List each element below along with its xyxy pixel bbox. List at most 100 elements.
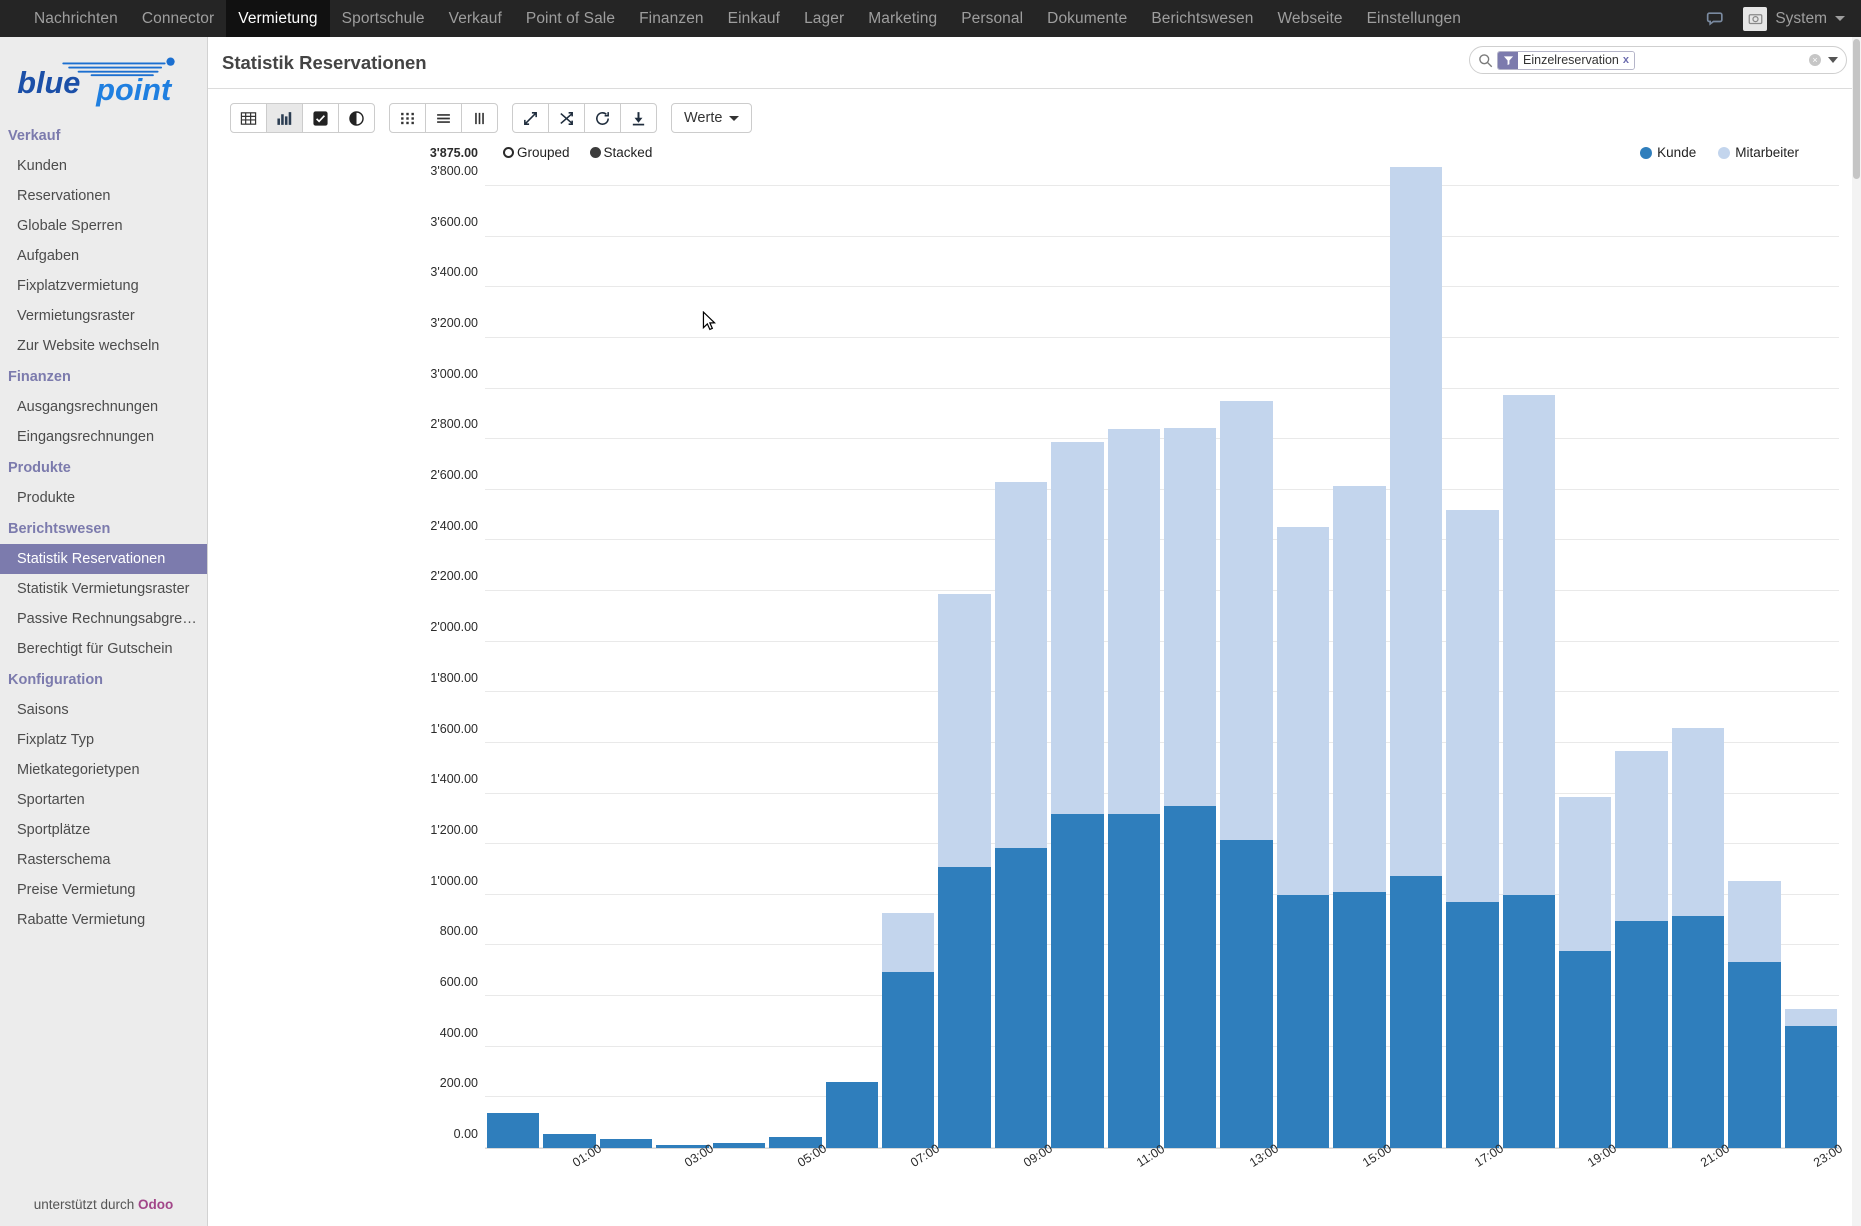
bar-column[interactable] xyxy=(1049,167,1105,1148)
bar-segment-mitarbeiter[interactable] xyxy=(1559,797,1612,951)
bar-column[interactable] xyxy=(485,167,541,1148)
checkbox-icon[interactable] xyxy=(302,103,339,133)
bar-segment-mitarbeiter[interactable] xyxy=(1728,880,1781,962)
app-menu-item-nachrichten[interactable]: Nachrichten xyxy=(22,0,130,37)
app-menu-item-webseite[interactable]: Webseite xyxy=(1265,0,1354,37)
refresh-icon[interactable] xyxy=(584,103,621,133)
search-bar[interactable]: Einzelreservation x × xyxy=(1469,46,1847,74)
bar-column[interactable] xyxy=(767,167,823,1148)
app-menu-item-einstellungen[interactable]: Einstellungen xyxy=(1355,0,1473,37)
clear-circle-icon[interactable]: × xyxy=(1809,54,1821,66)
bar-column[interactable] xyxy=(1106,167,1162,1148)
expand-diagonal-icon[interactable] xyxy=(512,103,549,133)
sidebar-item-preise-vermietung[interactable]: Preise Vermietung xyxy=(0,875,207,905)
bar-column[interactable] xyxy=(1613,167,1669,1148)
table-view-icon[interactable] xyxy=(230,103,267,133)
sidebar-item-saisons[interactable]: Saisons xyxy=(0,695,207,725)
shuffle-icon[interactable] xyxy=(548,103,585,133)
app-menu-item-finanzen[interactable]: Finanzen xyxy=(627,0,716,37)
bar-column[interactable] xyxy=(824,167,880,1148)
app-menu-item-connector[interactable]: Connector xyxy=(130,0,226,37)
user-menu[interactable]: System xyxy=(1743,6,1845,31)
bar-segment-kunde[interactable] xyxy=(1728,961,1781,1148)
bar-column[interactable] xyxy=(880,167,936,1148)
bar-segment-mitarbeiter[interactable] xyxy=(1220,401,1273,841)
bar-segment-kunde[interactable] xyxy=(1502,894,1556,1148)
grid-dots-icon[interactable] xyxy=(389,103,426,133)
radio-stacked[interactable]: Stacked xyxy=(589,145,652,160)
sidebar-item-berechtigt-für-gutschein[interactable]: Berechtigt für Gutschein xyxy=(0,634,207,664)
werte-dropdown-button[interactable]: Werte xyxy=(671,103,753,133)
download-icon[interactable] xyxy=(620,103,657,133)
bar-column[interactable] xyxy=(993,167,1049,1148)
bar-column[interactable] xyxy=(1275,167,1331,1148)
app-menu-item-personal[interactable]: Personal xyxy=(949,0,1035,37)
bar-segment-mitarbeiter[interactable] xyxy=(994,482,1048,849)
sidebar-item-mietkategorietypen[interactable]: Mietkategorietypen xyxy=(0,755,207,785)
sidebar-item-reservationen[interactable]: Reservationen xyxy=(0,181,207,211)
sidebar-item-statistik-reservationen[interactable]: Statistik Reservationen xyxy=(0,544,207,574)
bar-column[interactable] xyxy=(1501,167,1557,1148)
bar-segment-kunde[interactable] xyxy=(994,848,1048,1148)
bar-column[interactable] xyxy=(1783,167,1839,1148)
chat-bubble-icon[interactable] xyxy=(1703,6,1729,32)
bar-segment-kunde[interactable] xyxy=(881,972,935,1148)
facet-remove-button[interactable]: x xyxy=(1623,54,1629,66)
bar-column[interactable] xyxy=(936,167,992,1148)
legend-item-mitarbeiter[interactable]: Mitarbeiter xyxy=(1718,145,1799,160)
legend-item-kunde[interactable]: Kunde xyxy=(1640,145,1696,160)
sidebar-item-kunden[interactable]: Kunden xyxy=(0,151,207,181)
bar-chart-icon[interactable] xyxy=(266,103,303,133)
bar-segment-mitarbeiter[interactable] xyxy=(1446,510,1499,903)
odoo-brand-link[interactable]: Odoo xyxy=(138,1197,173,1212)
bar-segment-kunde[interactable] xyxy=(1784,1026,1838,1148)
app-menu-item-lager[interactable]: Lager xyxy=(792,0,856,37)
sidebar-item-rabatte-vermietung[interactable]: Rabatte Vermietung xyxy=(0,905,207,935)
sidebar-item-passive-rechnungsabgre-[interactable]: Passive Rechnungsabgre… xyxy=(0,604,207,634)
app-menu-item-sportschule[interactable]: Sportschule xyxy=(330,0,437,37)
bar-segment-kunde[interactable] xyxy=(1559,950,1612,1148)
chevron-down-icon[interactable] xyxy=(1828,57,1838,63)
list-lines-icon[interactable] xyxy=(425,103,462,133)
bar-segment-kunde[interactable] xyxy=(1333,892,1386,1148)
bar-segment-kunde[interactable] xyxy=(1615,921,1668,1148)
bar-column[interactable] xyxy=(598,167,654,1148)
bar-column[interactable] xyxy=(1162,167,1218,1148)
bar-segment-kunde[interactable] xyxy=(599,1139,653,1148)
bar-segment-mitarbeiter[interactable] xyxy=(1051,441,1104,814)
bar-segment-mitarbeiter[interactable] xyxy=(1276,526,1330,895)
sidebar-item-rasterschema[interactable]: Rasterschema xyxy=(0,845,207,875)
bar-segment-kunde[interactable] xyxy=(825,1082,878,1148)
bar-column[interactable] xyxy=(1218,167,1274,1148)
bar-segment-kunde[interactable] xyxy=(1389,875,1443,1148)
bar-column[interactable] xyxy=(1670,167,1726,1148)
bar-column[interactable] xyxy=(1726,167,1782,1148)
sidebar-item-fixplatz-typ[interactable]: Fixplatz Typ xyxy=(0,725,207,755)
bar-column[interactable] xyxy=(541,167,597,1148)
bar-segment-kunde[interactable] xyxy=(1220,840,1273,1148)
bar-segment-mitarbeiter[interactable] xyxy=(1784,1008,1838,1027)
bar-segment-mitarbeiter[interactable] xyxy=(1164,427,1217,807)
bar-segment-mitarbeiter[interactable] xyxy=(1107,429,1161,814)
bar-segment-mitarbeiter[interactable] xyxy=(1671,727,1725,917)
sidebar-item-vermietungsraster[interactable]: Vermietungsraster xyxy=(0,301,207,331)
bar-segment-kunde[interactable] xyxy=(1107,813,1161,1148)
bar-column[interactable] xyxy=(1444,167,1500,1148)
app-menu-item-vermietung[interactable]: Vermietung xyxy=(226,0,330,37)
bar-segment-kunde[interactable] xyxy=(1446,902,1499,1148)
sidebar-item-sportarten[interactable]: Sportarten xyxy=(0,785,207,815)
bar-segment-mitarbeiter[interactable] xyxy=(1389,167,1443,876)
bar-column[interactable] xyxy=(711,167,767,1148)
scrollbar-thumb[interactable] xyxy=(1853,39,1860,179)
sidebar-item-aufgaben[interactable]: Aufgaben xyxy=(0,241,207,271)
bar-segment-kunde[interactable] xyxy=(938,867,991,1148)
sidebar-item-eingangsrechnungen[interactable]: Eingangsrechnungen xyxy=(0,422,207,452)
sidebar-item-produkte[interactable]: Produkte xyxy=(0,483,207,513)
bar-segment-mitarbeiter[interactable] xyxy=(881,912,935,973)
page-scrollbar[interactable] xyxy=(1852,37,1861,1226)
bar-segment-kunde[interactable] xyxy=(487,1112,540,1148)
bar-segment-mitarbeiter[interactable] xyxy=(938,593,991,867)
app-menu-item-berichtswesen[interactable]: Berichtswesen xyxy=(1139,0,1265,37)
app-menu-item-verkauf[interactable]: Verkauf xyxy=(437,0,514,37)
sidebar-item-sportplätze[interactable]: Sportplätze xyxy=(0,815,207,845)
